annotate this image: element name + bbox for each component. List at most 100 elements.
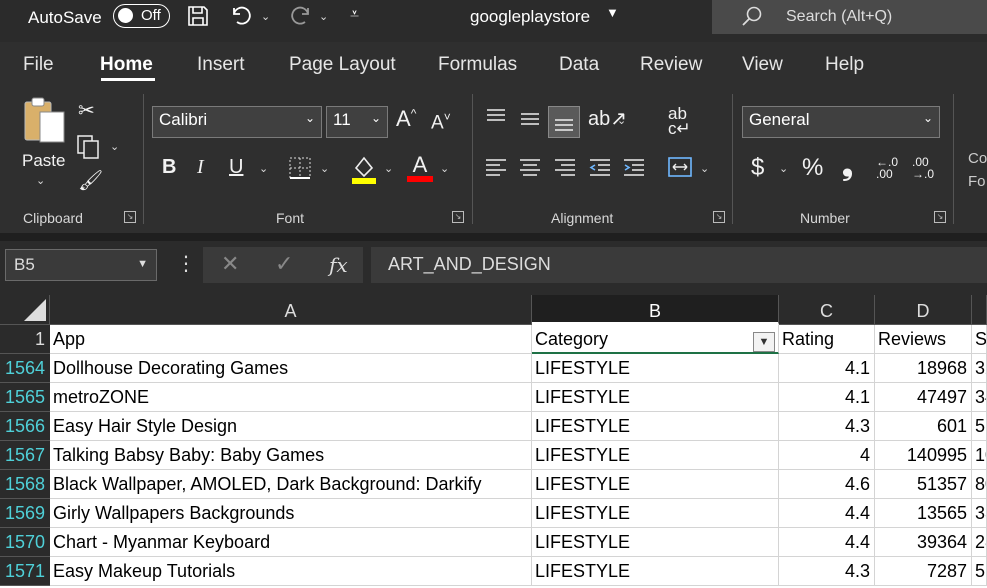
font-color-dropdown-icon[interactable]: ⌄ [440,162,449,175]
tab-formulas[interactable]: Formulas [438,54,517,76]
cell-reviews[interactable]: 39364 [875,528,972,557]
filter-active-icon[interactable]: ▼ [753,332,775,352]
name-box[interactable]: B5 ▼ [5,249,157,281]
merge-dropdown-icon[interactable]: ⌄ [700,162,709,175]
row-header[interactable]: 1564 [0,354,50,383]
cell-reviews[interactable]: 7287 [875,557,972,586]
header-cell-app[interactable]: App [50,325,532,354]
row-header[interactable]: 1568 [0,470,50,499]
clipboard-launcher-icon[interactable]: ↘ [124,211,136,223]
row-header[interactable]: 1571 [0,557,50,586]
workbook-title[interactable]: googleplaystore [470,7,590,27]
search-input[interactable]: Search (Alt+Q) [786,8,892,26]
cell-category[interactable]: LIFESTYLE [532,441,779,470]
tab-file[interactable]: File [23,54,54,76]
search-box[interactable]: Search (Alt+Q) [712,0,987,34]
insert-function-icon[interactable]: fx [329,253,348,277]
cell-size[interactable]: 5. [972,557,987,586]
undo-icon[interactable] [230,4,254,34]
formula-input[interactable]: ART_AND_DESIGN [371,247,987,283]
percent-button[interactable]: % [802,154,823,182]
paste-dropdown-icon[interactable]: ⌄ [36,174,45,187]
column-header-b[interactable]: B [532,295,779,325]
number-format-select[interactable]: General ⌄ [742,106,940,138]
align-center-icon[interactable] [518,156,542,183]
align-right-icon[interactable] [553,156,577,183]
alignment-launcher-icon[interactable]: ↘ [713,211,725,223]
tab-view[interactable]: View [742,54,783,76]
number-launcher-icon[interactable]: ↘ [934,211,946,223]
redo-dropdown-icon[interactable]: ⌄ [319,10,328,23]
row-header[interactable]: 1570 [0,528,50,557]
format-as-table-label[interactable]: Fo [968,173,986,190]
column-header-d[interactable]: D [875,295,972,325]
row-header[interactable]: 1567 [0,441,50,470]
cell-category[interactable]: LIFESTYLE [532,412,779,441]
cell-size[interactable]: 80 [972,470,987,499]
more-options-icon[interactable]: ⋮ [176,251,196,276]
column-header-a[interactable]: A [50,295,532,325]
cell-rating[interactable]: 4 [779,441,875,470]
cell-app[interactable]: Dollhouse Decorating Games [50,354,532,383]
cell-category[interactable]: LIFESTYLE [532,383,779,412]
autosave-toggle[interactable]: Off [113,4,170,28]
increase-decimal-icon[interactable]: ←.0.00 [876,156,898,180]
underline-button[interactable]: U [229,156,243,179]
paste-button[interactable]: Paste [22,151,65,171]
font-color-icon[interactable]: A [407,152,433,182]
orientation-dropdown-icon[interactable]: ⌄ [617,114,626,127]
cell-rating[interactable]: 4.1 [779,383,875,412]
merge-center-icon[interactable] [667,154,693,183]
header-cell-rating[interactable]: Rating [779,325,875,354]
cell-category[interactable]: LIFESTYLE [532,557,779,586]
cell-reviews[interactable]: 601 [875,412,972,441]
customize-toolbar-icon[interactable]: ⩡ [350,6,359,24]
cell-rating[interactable]: 4.6 [779,470,875,499]
cell-rating[interactable]: 4.3 [779,557,875,586]
increase-indent-icon[interactable] [622,156,646,183]
middle-align-icon[interactable] [518,108,542,133]
redo-icon[interactable] [288,4,312,34]
cell-category[interactable]: LIFESTYLE [532,470,779,499]
tab-home[interactable]: Home [100,54,153,76]
cell-category[interactable]: LIFESTYLE [532,499,779,528]
increase-font-size-icon[interactable]: A^ [396,106,416,132]
tab-insert[interactable]: Insert [197,54,245,76]
cell-category[interactable]: LIFESTYLE [532,528,779,557]
comma-style-button[interactable]: ❟ [842,150,853,183]
cell-app[interactable]: Easy Makeup Tutorials [50,557,532,586]
cell-reviews[interactable]: 13565 [875,499,972,528]
tab-review[interactable]: Review [640,54,702,76]
currency-dropdown-icon[interactable]: ⌄ [779,162,788,175]
decrease-font-size-icon[interactable]: A˅ [431,110,451,134]
conditional-formatting-label[interactable]: Co [968,150,987,167]
fill-color-icon[interactable] [350,154,378,187]
fill-color-dropdown-icon[interactable]: ⌄ [384,162,393,175]
select-all-button[interactable] [0,295,50,325]
italic-button[interactable]: I [197,156,204,179]
borders-icon[interactable] [288,156,312,183]
cut-icon[interactable]: ✂ [78,98,95,123]
cell-app[interactable]: Girly Wallpapers Backgrounds [50,499,532,528]
column-header-e[interactable] [972,295,987,325]
cell-reviews[interactable]: 140995 [875,441,972,470]
row-header[interactable]: 1565 [0,383,50,412]
cell-size[interactable]: 5. [972,412,987,441]
align-left-icon[interactable] [484,156,508,183]
cell-rating[interactable]: 4.1 [779,354,875,383]
copy-dropdown-icon[interactable]: ⌄ [110,140,119,153]
cell-reviews[interactable]: 18968 [875,354,972,383]
cell-app[interactable]: Easy Hair Style Design [50,412,532,441]
cell-size[interactable]: 10 [972,441,987,470]
tab-help[interactable]: Help [825,54,864,76]
currency-button[interactable]: $ [751,154,764,182]
top-align-icon[interactable] [484,106,508,131]
cell-rating[interactable]: 4.3 [779,412,875,441]
header-cell-category[interactable]: Category [532,325,779,354]
title-caret-icon[interactable]: ▼ [606,5,619,20]
undo-dropdown-icon[interactable]: ⌄ [261,10,270,23]
row-header[interactable]: 1 [0,325,50,354]
cell-rating[interactable]: 4.4 [779,528,875,557]
row-header[interactable]: 1566 [0,412,50,441]
tab-page-layout[interactable]: Page Layout [289,54,396,76]
